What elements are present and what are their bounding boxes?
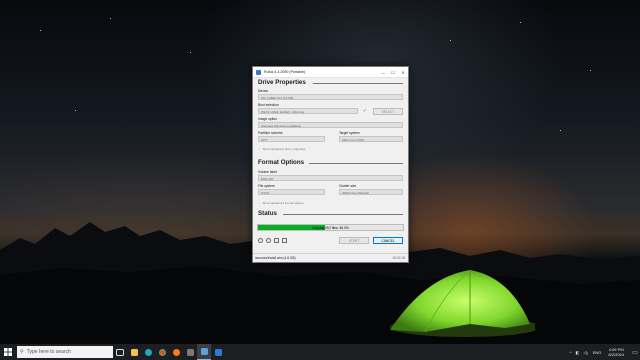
tent-illustration <box>390 269 535 337</box>
volume-label-label: Volume label <box>258 170 277 174</box>
settings-icon[interactable] <box>274 238 279 243</box>
search-icon: ⚲ <box>20 349 24 355</box>
firefox-icon[interactable] <box>169 344 183 360</box>
maximize-button[interactable]: ☐ <box>388 67 398 77</box>
task-view-icon[interactable] <box>113 344 127 360</box>
advanced-drive-toggle[interactable]: ⌄ Show advanced drive properties <box>258 147 305 151</box>
progress-text: Copying ISO files: 46.0% <box>312 226 349 230</box>
start-button[interactable]: START <box>339 237 369 244</box>
title-bar[interactable]: Rufus 4.3.2090 (Portable) — ☐ ✕ <box>253 67 408 78</box>
status-bar: \sources\install.wim (4.8 GB) 00:01:08 <box>253 253 408 262</box>
section-divider <box>283 214 403 215</box>
advanced-format-label: Show advanced format options <box>262 201 304 205</box>
usb-drive-icon <box>256 69 261 75</box>
start-button[interactable] <box>0 344 16 360</box>
device-dropdown[interactable]: NO_LABEL (D:) [16 GB] <box>258 94 403 100</box>
rufus-taskbar-icon[interactable] <box>197 344 211 360</box>
windows-logo-icon <box>4 348 12 356</box>
taskbar-search-input[interactable]: ⚲ Type here to search <box>17 346 113 358</box>
status-heading: Status <box>258 210 277 217</box>
clock[interactable]: 4:09 PM 8/2/2024 <box>608 347 624 357</box>
minimize-button[interactable]: — <box>378 67 388 77</box>
section-divider <box>309 163 403 164</box>
boot-selection-label: Boot selection <box>258 103 279 107</box>
file-system-label: File system <box>258 184 275 188</box>
progress-bar: Copying ISO files: 46.0% <box>257 224 404 231</box>
store-icon[interactable] <box>183 344 197 360</box>
partition-scheme-dropdown[interactable]: GPT <box>258 136 325 142</box>
edge-icon[interactable] <box>141 344 155 360</box>
info-icon[interactable] <box>266 238 271 243</box>
network-icon[interactable]: ◧ <box>576 350 580 355</box>
section-divider <box>313 83 403 84</box>
target-system-label: Target system <box>339 131 360 135</box>
elapsed-time: 00:01:08 <box>392 256 405 260</box>
chevron-down-icon: ⌄ <box>258 147 261 151</box>
close-button[interactable]: ✕ <box>398 67 408 77</box>
advanced-drive-label: Show advanced drive properties <box>262 147 306 151</box>
file-system-dropdown[interactable]: NTFS <box>258 189 325 195</box>
system-tray: ^ ◧ ◁) ENG 4:09 PM 8/2/2024 ▭ <box>568 344 640 360</box>
select-button[interactable]: SELECT <box>373 107 403 115</box>
log-icon[interactable] <box>282 238 287 243</box>
check-icon[interactable]: ✓ <box>362 108 368 114</box>
volume-label-input[interactable]: ESD-ISO <box>258 175 403 181</box>
volume-icon[interactable]: ◁) <box>583 350 587 355</box>
drive-properties-heading: Drive Properties <box>258 79 306 86</box>
advanced-format-toggle[interactable]: ⌄ Show advanced format options <box>258 201 304 205</box>
file-explorer-icon[interactable] <box>127 344 141 360</box>
status-bar-text: \sources\install.wim (4.8 GB) <box>255 256 296 260</box>
clock-date: 8/2/2024 <box>608 352 624 357</box>
cancel-button[interactable]: CANCEL <box>373 237 403 244</box>
format-options-heading: Format Options <box>258 159 305 166</box>
window-title: Rufus 4.3.2090 (Portable) <box>264 70 306 74</box>
partition-scheme-label: Partition scheme <box>258 131 283 135</box>
chevron-up-icon[interactable]: ^ <box>570 350 572 355</box>
chevron-down-icon: ⌄ <box>258 201 261 205</box>
boot-selection-dropdown[interactable]: Win10_22H2_English_x64v1.iso <box>258 108 358 114</box>
globe-icon[interactable] <box>258 238 263 243</box>
device-label: Device <box>258 89 269 93</box>
target-system-dropdown[interactable]: UEFI (non CSM) <box>339 136 403 142</box>
language-indicator[interactable]: ENG <box>593 350 602 355</box>
cluster-size-dropdown[interactable]: 4096 bytes (Default) <box>339 189 403 195</box>
image-option-dropdown[interactable]: Standard Windows installation <box>258 122 403 128</box>
chrome-icon[interactable] <box>155 344 169 360</box>
app-icon[interactable] <box>211 344 225 360</box>
taskbar: ⚲ Type here to search ^ ◧ ◁) ENG 4:09 PM… <box>0 344 640 360</box>
cluster-size-label: Cluster size <box>339 184 357 188</box>
image-option-label: Image option <box>258 117 278 121</box>
notification-icon[interactable]: ▭ <box>630 349 640 356</box>
rufus-window: Rufus 4.3.2090 (Portable) — ☐ ✕ Drive Pr… <box>252 66 409 263</box>
search-placeholder: Type here to search <box>26 349 71 355</box>
